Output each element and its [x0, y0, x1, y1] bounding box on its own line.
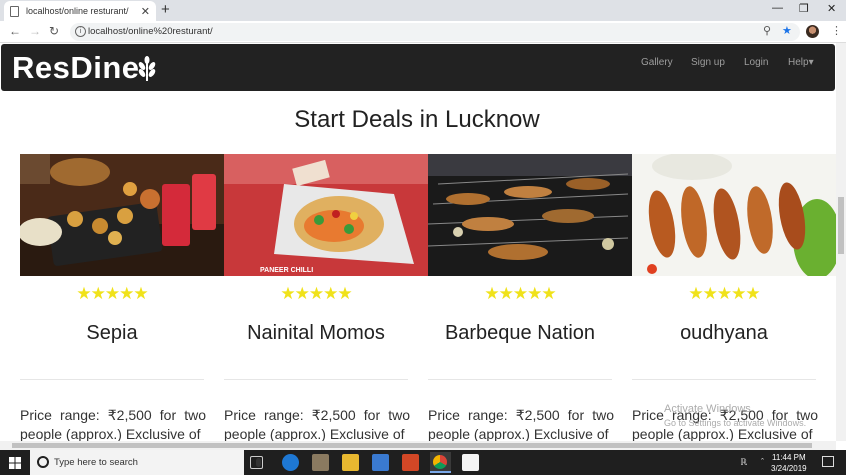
image-caption: PANEER CHILLI: [260, 267, 313, 274]
restaurant-description: Price range: ₹2,500 for two people (appr…: [20, 407, 206, 441]
page-icon: [10, 5, 19, 17]
app-icon[interactable]: [312, 454, 329, 471]
tab-title: localhost/online resturant/: [26, 6, 129, 16]
divider: [224, 379, 408, 380]
zoom-icon[interactable]: ⚲: [763, 24, 771, 37]
task-view-icon[interactable]: [250, 456, 263, 469]
edge-browser-icon[interactable]: [282, 454, 299, 471]
forward-icon[interactable]: →: [29, 24, 41, 38]
divider: [428, 379, 612, 380]
brand-logo[interactable]: ResDine: [12, 50, 140, 86]
taskbar: Type here to search ℝ ˆ 11:44 PM 3/24/20…: [0, 450, 846, 475]
url-field[interactable]: i localhost/online%20resturant/: [70, 23, 800, 41]
address-bar-row: ← → ↻ i localhost/online%20resturant/ ⚲ …: [0, 21, 846, 43]
nav-login[interactable]: Login: [744, 57, 768, 68]
site-navbar: ResDine Gallery Sign up Login Help▾: [1, 44, 835, 91]
file-explorer-icon[interactable]: [342, 454, 359, 471]
horizontal-scrollbar-thumb[interactable]: [12, 443, 812, 448]
restore-icon[interactable]: ❐: [799, 2, 809, 15]
wheat-icon: [138, 56, 156, 81]
rating-stars: ★★★★★: [484, 284, 556, 303]
back-icon[interactable]: ←: [9, 24, 21, 38]
search-icon: [37, 456, 49, 468]
restaurant-name[interactable]: Sepia: [20, 322, 204, 345]
taskbar-search-placeholder: Type here to search: [54, 457, 138, 468]
minimize-icon[interactable]: —: [772, 2, 783, 14]
restaurant-name[interactable]: Barbeque Nation: [428, 322, 612, 345]
clock-date: 3/24/2019: [771, 464, 807, 473]
chevron-up-icon[interactable]: ˆ: [761, 457, 764, 467]
info-icon[interactable]: i: [75, 26, 86, 37]
activate-windows-subtitle: Go to Settings to activate Windows.: [664, 418, 807, 428]
vertical-scrollbar-thumb[interactable]: [838, 197, 844, 254]
nav-help-dropdown[interactable]: Help▾: [788, 57, 814, 68]
restaurant-photo[interactable]: [428, 154, 632, 276]
restaurant-name[interactable]: oudhyana: [632, 322, 816, 345]
divider: [632, 379, 816, 380]
browser-tab-strip: localhost/online resturant/ ✕ + — ❐ ✕: [0, 0, 846, 21]
browser-tab[interactable]: localhost/online resturant/ ✕: [4, 1, 156, 21]
nav-signup[interactable]: Sign up: [691, 57, 725, 68]
powerpoint-icon[interactable]: [402, 454, 419, 471]
restaurant-photo[interactable]: [632, 154, 836, 276]
menu-kebab-icon[interactable]: ⋮: [831, 24, 842, 37]
nav-gallery[interactable]: Gallery: [641, 57, 673, 68]
notifications-icon[interactable]: [822, 456, 834, 467]
new-tab-button[interactable]: +: [161, 1, 170, 18]
rating-stars: ★★★★★: [280, 284, 352, 303]
rating-stars: ★★★★★: [688, 284, 760, 303]
activate-windows-title: Activate Windows: [664, 403, 751, 415]
taskbar-search-box[interactable]: Type here to search: [30, 450, 261, 475]
close-tab-icon[interactable]: ✕: [141, 5, 150, 18]
clock-time: 11:44 PM: [771, 453, 806, 462]
restaurant-photo[interactable]: PANEER CHILLI: [224, 154, 428, 276]
restaurant-name[interactable]: Nainital Momos: [224, 322, 408, 345]
store-icon[interactable]: [372, 454, 389, 471]
windows-start-icon[interactable]: [9, 457, 21, 469]
rating-stars: ★★★★★: [76, 284, 148, 303]
page-viewport: ResDine Gallery Sign up Login Help▾ Star…: [0, 43, 836, 441]
url-text: localhost/online%20resturant/: [88, 26, 213, 37]
restaurant-photo[interactable]: [20, 154, 224, 276]
window-close-icon[interactable]: ✕: [827, 2, 836, 15]
chrome-taskbar-button[interactable]: [430, 452, 451, 473]
reload-icon[interactable]: ↻: [49, 24, 59, 38]
photos-icon[interactable]: [462, 454, 479, 471]
page-heading: Start Deals in Lucknow: [294, 106, 540, 133]
restaurant-description: Price range: ₹2,500 for two people (appr…: [428, 407, 614, 441]
taskbar-clock[interactable]: 11:44 PM 3/24/2019: [771, 452, 807, 474]
divider: [20, 379, 204, 380]
restaurant-description: Price range: ₹2,500 for two people (appr…: [224, 407, 410, 441]
profile-avatar[interactable]: [806, 25, 819, 38]
people-icon[interactable]: ℝ: [740, 457, 747, 468]
chrome-icon: [433, 455, 447, 469]
bookmark-star-icon[interactable]: ★: [782, 24, 792, 37]
